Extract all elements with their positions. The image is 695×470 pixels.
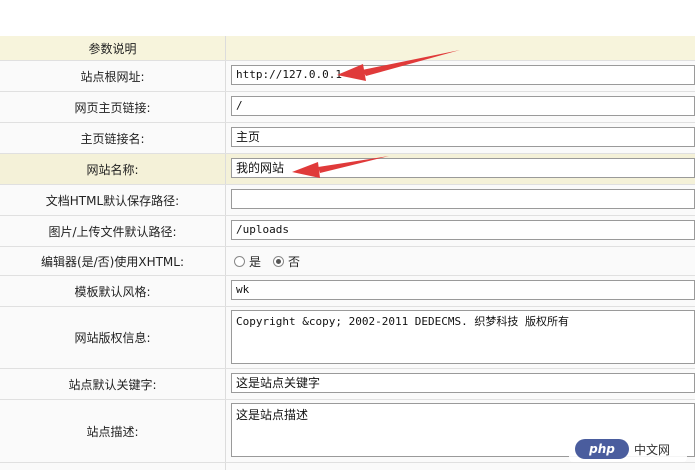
copyright-textarea[interactable]: Copyright &copy; 2002-2011 DEDECMS. 织梦科技… (231, 310, 695, 364)
row-site-url: 站点根网址: http://127.0.0.1 (0, 61, 695, 92)
editor-xhtml-radio-group: 是 否 (234, 247, 300, 275)
html-path-label: 文档HTML默认保存路径: (0, 185, 226, 215)
settings-form: 参数说明 站点根网址: http://127.0.0.1 网页主页链接: / 主… (0, 36, 695, 470)
site-name-label: 网站名称: (0, 154, 226, 184)
upload-path-input[interactable]: /uploads (231, 220, 695, 240)
row-home-link: 网页主页链接: / (0, 92, 695, 123)
html-path-input[interactable] (231, 189, 695, 209)
row-site-name: 网站名称: 我的网站 (0, 154, 695, 185)
keywords-input[interactable]: 这是站点关键字 (231, 373, 695, 393)
watermark-text: 中文网 (634, 442, 671, 457)
radio-no[interactable] (273, 255, 285, 267)
radio-no-label: 否 (288, 254, 301, 269)
radio-yes[interactable] (234, 255, 245, 267)
row-home-link-name: 主页链接名: 主页 (0, 123, 695, 154)
top-bar (0, 0, 695, 37)
template-style-label: 模板默认风格: (0, 276, 226, 306)
row-keywords: 站点默认关键字: 这是站点关键字 (0, 369, 695, 400)
row-html-path: 文档HTML默认保存路径: (0, 185, 695, 216)
copyright-label: 网站版权信息: (0, 307, 226, 368)
header-row: 参数说明 (0, 36, 695, 61)
site-url-label: 站点根网址: (0, 61, 226, 91)
php-cn-watermark: php 中文网 (569, 436, 687, 462)
home-link-input[interactable]: / (231, 96, 695, 116)
row-template-style: 模板默认风格: wk (0, 276, 695, 307)
header-label: 参数说明 (0, 36, 226, 60)
row-editor-xhtml: 编辑器(是/否)使用XHTML: 是 否 (0, 247, 695, 276)
site-url-input[interactable]: http://127.0.0.1 (231, 65, 695, 85)
upload-path-label: 图片/上传文件默认路径: (0, 216, 226, 246)
radio-yes-label: 是 (249, 254, 262, 269)
editor-xhtml-label: 编辑器(是/否)使用XHTML: (0, 247, 226, 275)
template-style-input[interactable]: wk (231, 280, 695, 300)
keywords-label: 站点默认关键字: (0, 369, 226, 399)
home-link-label: 网页主页链接: (0, 92, 226, 122)
row-upload-path: 图片/上传文件默认路径: /uploads (0, 216, 695, 247)
home-link-name-input[interactable]: 主页 (231, 127, 695, 147)
home-link-name-label: 主页链接名: (0, 123, 226, 153)
row-copyright: 网站版权信息: Copyright &copy; 2002-2011 DEDEC… (0, 307, 695, 369)
row-partial (0, 463, 695, 470)
php-logo-icon: php (575, 439, 629, 459)
description-label: 站点描述: (0, 400, 226, 462)
site-name-input[interactable]: 我的网站 (231, 158, 695, 178)
